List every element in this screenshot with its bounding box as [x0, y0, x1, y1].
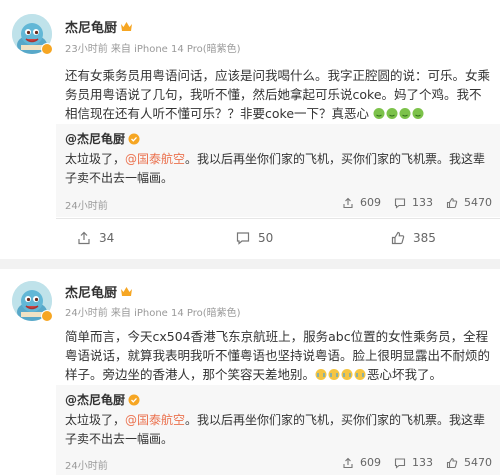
repost-like-button[interactable]: 5470 — [446, 456, 492, 469]
comment-button[interactable]: 50 — [236, 231, 273, 245]
post-text: 简单而言，今天cx504香港飞东京航班上，服务abc位置的女性乘务员，全程粤语说… — [65, 327, 490, 384]
weibo-post: 杰尼龟厨 23小时前 来自 iPhone 14 Pro(暗紫色) 还有女乘务员用… — [0, 0, 500, 259]
share-count: 34 — [99, 231, 115, 245]
comment-icon — [236, 232, 250, 245]
comment-count: 50 — [258, 231, 274, 245]
thumbs-up-icon — [391, 231, 405, 245]
verified-badge-icon — [41, 310, 53, 322]
thumbs-up-icon — [446, 457, 458, 468]
post-meta: 23小时前 来自 iPhone 14 Pro(暗紫色) — [65, 44, 241, 55]
repost-like-count: 5470 — [464, 196, 492, 209]
repost-share-count: 609 — [360, 456, 381, 469]
post-text-tail: 恶心坏我了。 — [367, 367, 443, 382]
author-name[interactable]: 杰尼龟厨 — [65, 17, 133, 36]
repost-author-text: @杰尼龟厨 — [65, 393, 126, 407]
repost-like-count: 5470 — [464, 456, 492, 469]
verified-badge-icon — [128, 133, 140, 144]
emoji-group — [369, 106, 425, 121]
crying-face-emoji-icon — [315, 369, 366, 380]
share-button[interactable]: 34 — [77, 231, 114, 245]
repost-block[interactable]: @杰尼龟厨 太垃圾了，@国泰航空。我以后再坐你们家的飞机，买你们家的飞机票。我这… — [56, 124, 500, 217]
vip-crown-icon — [121, 21, 133, 31]
green-face-emoji-icon — [373, 108, 424, 119]
repost-share-button[interactable]: 609 — [342, 196, 381, 209]
comment-icon — [394, 197, 406, 209]
share-icon — [343, 457, 353, 468]
repost-time: 24小时前 — [65, 461, 108, 472]
repost-text-prefix: 太垃圾了， — [65, 152, 126, 166]
repost-author[interactable]: @杰尼龟厨 — [65, 390, 491, 409]
like-button[interactable]: 385 — [391, 231, 436, 245]
repost-comment-button[interactable]: 133 — [394, 456, 433, 469]
repost-time: 24小时前 — [65, 201, 108, 212]
repost-share-count: 609 — [360, 196, 381, 209]
repost-comment-button[interactable]: 133 — [394, 196, 433, 209]
share-icon — [343, 197, 353, 208]
repost-text: 太垃圾了，@国泰航空。我以后再坐你们家的飞机，买你们家的飞机票。我这辈子卖不出去… — [65, 150, 491, 188]
like-count: 385 — [413, 231, 436, 245]
vip-crown-icon — [121, 286, 133, 296]
repost-block[interactable]: @杰尼龟厨 太垃圾了，@国泰航空。我以后再坐你们家的飞机，买你们家的飞机票。我这… — [56, 385, 500, 475]
repost-share-button[interactable]: 609 — [342, 456, 381, 469]
repost-comment-count: 133 — [412, 456, 433, 469]
repost-author-text: @杰尼龟厨 — [65, 132, 126, 146]
mention-link[interactable]: @国泰航空 — [125, 413, 185, 427]
author-name-text: 杰尼龟厨 — [65, 286, 118, 301]
weibo-post: 杰尼龟厨 24小时前 来自 iPhone 14 Pro(暗紫色) 简单而言，今天… — [0, 269, 500, 475]
mention-link[interactable]: @国泰航空 — [125, 152, 185, 166]
repost-author[interactable]: @杰尼龟厨 — [65, 129, 491, 148]
comment-icon — [394, 457, 406, 469]
share-icon — [78, 231, 90, 245]
verified-badge-icon — [128, 394, 140, 405]
verified-badge-icon — [41, 43, 53, 55]
author-name[interactable]: 杰尼龟厨 — [65, 282, 133, 301]
divider — [56, 218, 500, 219]
repost-text-prefix: 太垃圾了， — [65, 413, 126, 427]
post-text: 还有女乘务员用粤语问话，应该是问我喝什么。我字正腔圆的说：可乐。女乘务员用粤语说… — [65, 66, 490, 123]
post-text-body: 还有女乘务员用粤语问话，应该是问我喝什么。我字正腔圆的说：可乐。女乘务员用粤语说… — [65, 68, 491, 121]
author-name-text: 杰尼龟厨 — [65, 21, 118, 36]
thumbs-up-icon — [446, 197, 458, 208]
repost-like-button[interactable]: 5470 — [446, 196, 492, 209]
post-meta: 24小时前 来自 iPhone 14 Pro(暗紫色) — [65, 308, 241, 319]
repost-text: 太垃圾了，@国泰航空。我以后再坐你们家的飞机，买你们家的飞机票。我这辈子卖不出去… — [65, 411, 491, 449]
repost-comment-count: 133 — [412, 196, 433, 209]
